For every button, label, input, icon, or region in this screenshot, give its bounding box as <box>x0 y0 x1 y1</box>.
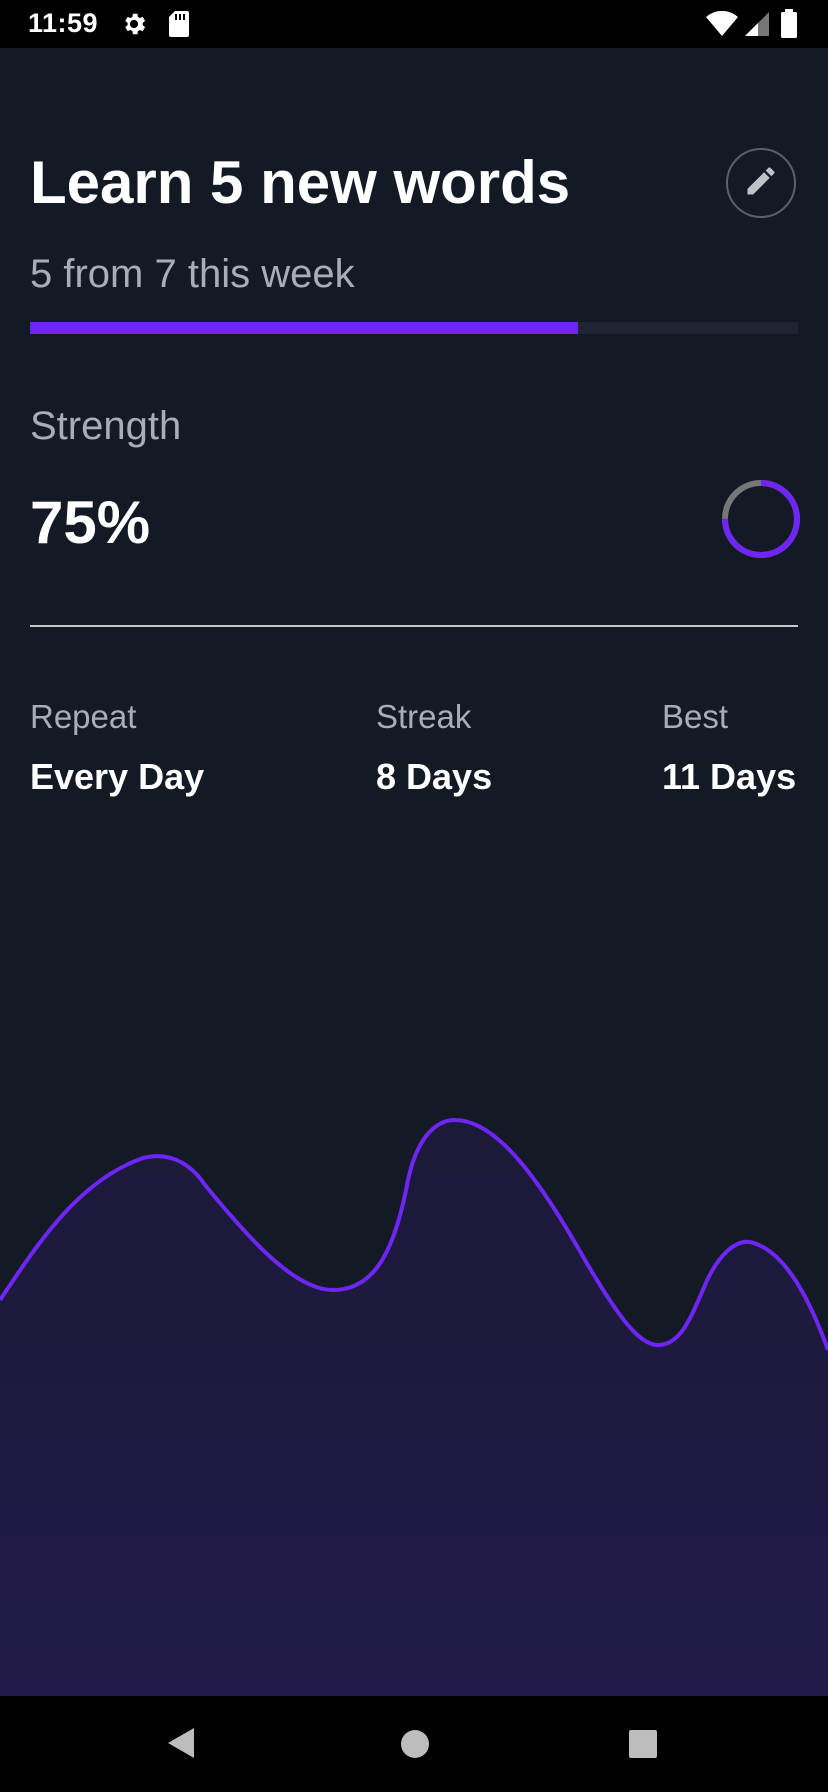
divider <box>30 625 798 627</box>
home-icon[interactable] <box>400 1729 430 1764</box>
wifi-icon <box>705 10 739 42</box>
streak-label: Streak <box>376 698 472 735</box>
back-icon[interactable] <box>166 1726 196 1765</box>
weekly-progress-text: 5 from 7 this week <box>30 252 355 296</box>
strength-value: 75% <box>30 489 151 556</box>
strength-ring <box>720 478 802 565</box>
battery-icon <box>780 9 798 44</box>
pencil-icon <box>743 163 779 204</box>
cell-signal-icon <box>744 11 770 42</box>
edit-goal-button[interactable] <box>726 148 796 218</box>
strength-label: Strength <box>30 404 182 448</box>
repeat-label: Repeat <box>30 698 137 735</box>
goal-title: Learn 5 new words <box>30 149 571 216</box>
repeat-value: Every Day <box>30 756 205 797</box>
gear-icon <box>120 10 148 43</box>
streak-value: 8 Days <box>376 756 493 797</box>
weekly-progress-fill <box>30 322 579 334</box>
navigation-bar <box>0 1696 828 1792</box>
activity-wave-area <box>0 1120 828 1696</box>
sd-card-icon <box>168 10 190 43</box>
best-label: Best <box>662 698 729 735</box>
status-time: 11:59 <box>28 8 99 38</box>
best-value: 11 Days <box>662 756 797 797</box>
recents-icon[interactable] <box>629 1730 657 1763</box>
activity-wave-chart <box>0 1080 828 1701</box>
status-bar: 11:59 <box>0 0 828 48</box>
weekly-progress-bar <box>30 322 798 334</box>
